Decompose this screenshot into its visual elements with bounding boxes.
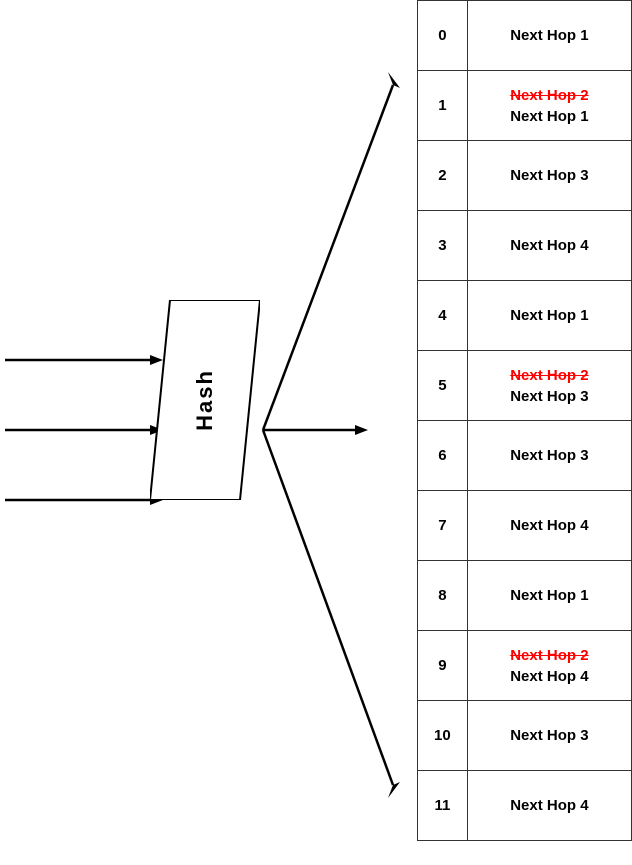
struck-hop: Next Hop 2 bbox=[510, 367, 588, 384]
table-row: 5 Next Hop 2 Next Hop 3 bbox=[418, 351, 632, 421]
hop-cell: Next Hop 1 bbox=[467, 1, 631, 71]
index-cell: 2 bbox=[418, 141, 468, 211]
index-cell: 7 bbox=[418, 491, 468, 561]
index-cell: 10 bbox=[418, 701, 468, 771]
active-hop: Next Hop 4 bbox=[510, 668, 588, 685]
hop-table: 0Next Hop 11Next Hop 2Next Hop 12Next Ho… bbox=[417, 0, 632, 841]
table-row: 8Next Hop 1 bbox=[418, 561, 632, 631]
index-cell: 6 bbox=[418, 421, 468, 491]
hop-cell: Next Hop 1 bbox=[467, 561, 631, 631]
index-cell: 1 bbox=[418, 71, 468, 141]
table-row: 1 Next Hop 2 Next Hop 1 bbox=[418, 71, 632, 141]
index-cell: 5 bbox=[418, 351, 468, 421]
hop-cell: Next Hop 4 bbox=[467, 491, 631, 561]
index-cell: 9 bbox=[418, 631, 468, 701]
table-row: 10Next Hop 3 bbox=[418, 701, 632, 771]
struck-hop: Next Hop 2 bbox=[510, 647, 588, 664]
hop-cell: Next Hop 4 bbox=[467, 211, 631, 281]
table-row: 3Next Hop 4 bbox=[418, 211, 632, 281]
hash-box: Hash bbox=[150, 300, 260, 500]
hop-cell: Next Hop 2 Next Hop 4 bbox=[467, 631, 631, 701]
table-row: 4Next Hop 1 bbox=[418, 281, 632, 351]
table-row: 7Next Hop 4 bbox=[418, 491, 632, 561]
hop-cell: Next Hop 3 bbox=[467, 701, 631, 771]
table-row: 6Next Hop 3 bbox=[418, 421, 632, 491]
index-cell: 4 bbox=[418, 281, 468, 351]
routing-table: 0Next Hop 11Next Hop 2Next Hop 12Next Ho… bbox=[417, 0, 632, 841]
table-row: 9 Next Hop 2 Next Hop 4 bbox=[418, 631, 632, 701]
index-cell: 0 bbox=[418, 1, 468, 71]
struck-hop: Next Hop 2 bbox=[510, 87, 588, 104]
hop-cell: Next Hop 3 bbox=[467, 141, 631, 211]
main-container: Hash 0Next Hop 11Next Hop 2Next Hop 12Ne… bbox=[0, 0, 632, 865]
index-cell: 3 bbox=[418, 211, 468, 281]
hash-label: Hash bbox=[192, 369, 218, 431]
table-row: 2Next Hop 3 bbox=[418, 141, 632, 211]
table-row: 11Next Hop 4 bbox=[418, 771, 632, 841]
hop-cell: Next Hop 1 bbox=[467, 281, 631, 351]
index-cell: 8 bbox=[418, 561, 468, 631]
hop-cell: Next Hop 4 bbox=[467, 771, 631, 841]
hop-cell: Next Hop 3 bbox=[467, 421, 631, 491]
active-hop: Next Hop 1 bbox=[510, 108, 588, 125]
index-cell: 11 bbox=[418, 771, 468, 841]
hop-cell: Next Hop 2 Next Hop 3 bbox=[467, 351, 631, 421]
table-row: 0Next Hop 1 bbox=[418, 1, 632, 71]
hop-cell: Next Hop 2 Next Hop 1 bbox=[467, 71, 631, 141]
active-hop: Next Hop 3 bbox=[510, 388, 588, 405]
